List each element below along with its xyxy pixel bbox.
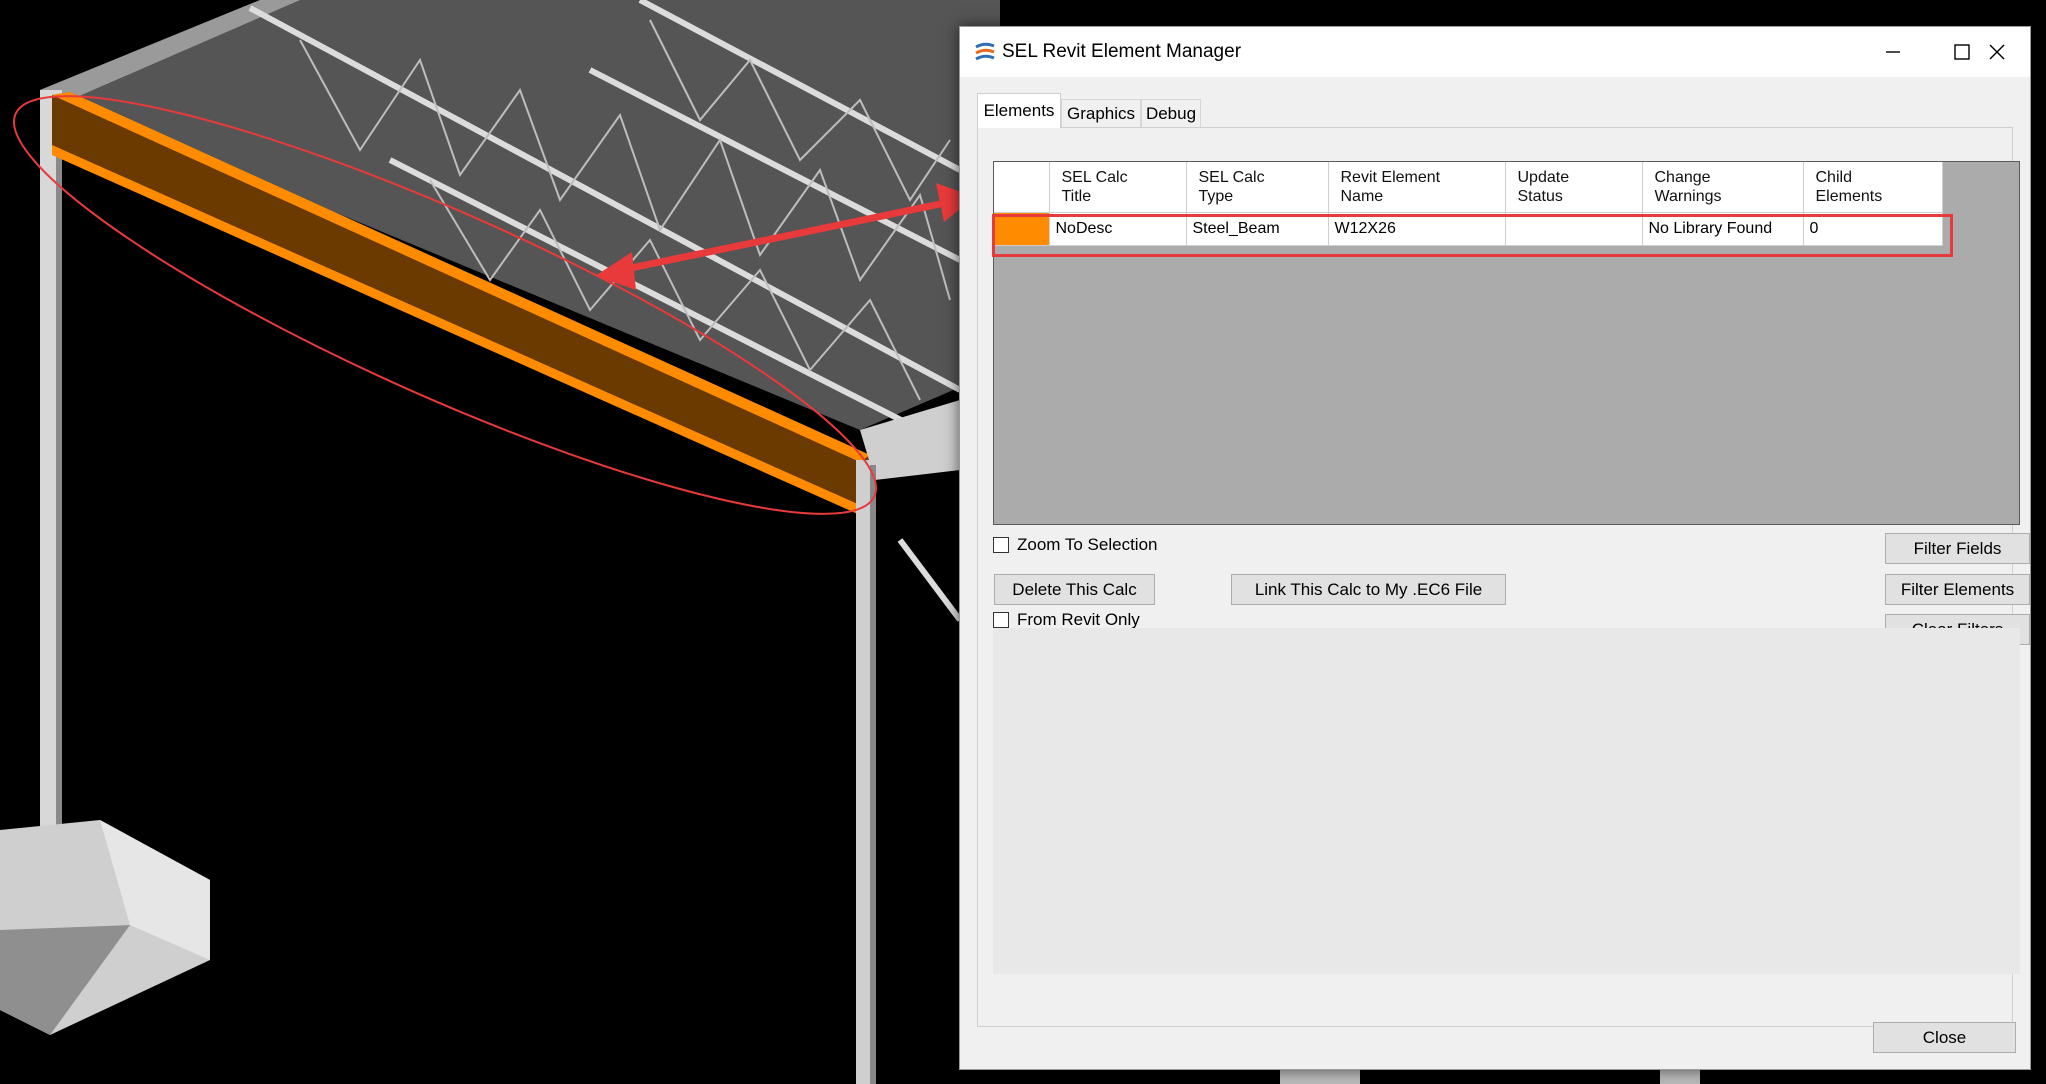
elements-tab-page: SEL Calc Title SEL Calc Type Revit Eleme… [977, 127, 2030, 1027]
checkbox-box[interactable] [993, 537, 1009, 553]
link-calc-button[interactable]: Link This Calc to My .EC6 File [1231, 574, 1506, 605]
app-logo-icon [975, 42, 995, 61]
row-selector[interactable] [994, 212, 1050, 246]
close-window-button[interactable] [1962, 27, 2031, 77]
cell-status[interactable] [1505, 212, 1643, 246]
from-revit-only-checkbox[interactable]: From Revit Only [993, 610, 1140, 630]
checkbox-box[interactable] [993, 612, 1009, 628]
tab-debug[interactable]: Debug [1141, 99, 1201, 127]
from-revit-only-label: From Revit Only [1017, 610, 1140, 629]
cell-title[interactable]: NoDesc [1049, 212, 1187, 246]
zoom-to-selection-label: Zoom To Selection [1017, 535, 1158, 554]
grid-header-row: SEL Calc Title SEL Calc Type Revit Eleme… [994, 162, 1943, 213]
column-header-warnings[interactable]: Change Warnings [1642, 162, 1804, 213]
grid-row-header-corner [994, 162, 1050, 213]
delete-calc-button[interactable]: Delete This Calc [994, 574, 1155, 605]
tab-graphics[interactable]: Graphics [1061, 99, 1141, 127]
minimize-icon [1885, 51, 1900, 53]
close-button[interactable]: Close [1873, 1022, 2016, 1053]
tab-elements[interactable]: Elements [977, 93, 1061, 128]
cell-warnings[interactable]: No Library Found [1642, 212, 1804, 246]
cell-name[interactable]: W12X26 [1328, 212, 1506, 246]
table-row[interactable]: NoDesc Steel_Beam W12X26 No Library Foun… [994, 212, 1943, 246]
column-header-title[interactable]: SEL Calc Title [1049, 162, 1187, 213]
column-header-type[interactable]: SEL Calc Type [1186, 162, 1329, 213]
filter-fields-button[interactable]: Filter Fields [1885, 533, 2030, 564]
window-title: SEL Revit Element Manager [1002, 41, 1242, 62]
minimize-button[interactable] [1858, 27, 1927, 77]
cell-type[interactable]: Steel_Beam [1186, 212, 1329, 246]
details-panel [993, 628, 2020, 974]
column-header-status[interactable]: Update Status [1505, 162, 1643, 213]
close-icon [1989, 44, 2004, 60]
elements-grid[interactable]: SEL Calc Title SEL Calc Type Revit Eleme… [992, 161, 2020, 525]
element-manager-dialog: SEL Revit Element Manager Elements Graph… [959, 26, 2031, 1070]
filter-elements-button[interactable]: Filter Elements [1885, 574, 2030, 605]
column-header-name[interactable]: Revit Element Name [1328, 162, 1506, 213]
column-header-children[interactable]: Child Elements [1803, 162, 1943, 213]
title-bar[interactable]: SEL Revit Element Manager [960, 27, 2030, 77]
cell-children[interactable]: 0 [1803, 212, 1943, 246]
zoom-to-selection-checkbox[interactable]: Zoom To Selection [993, 535, 1157, 555]
